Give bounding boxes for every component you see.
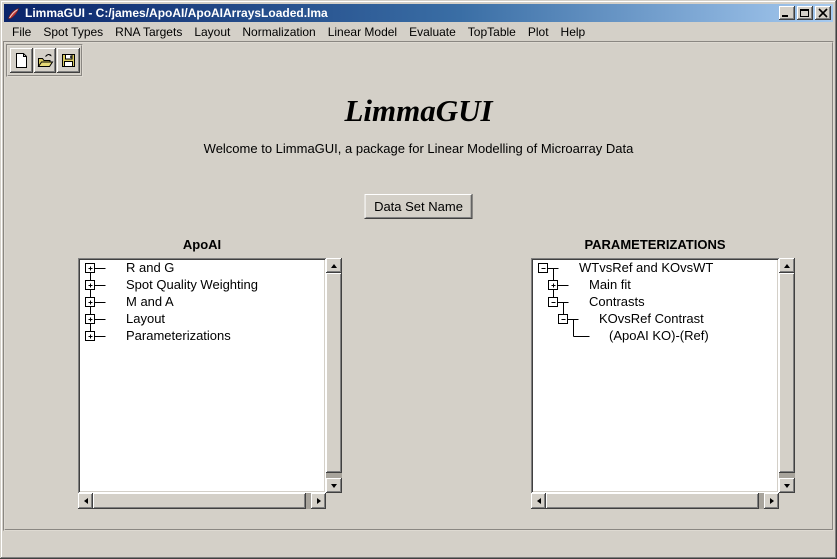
menu-item-spot-types[interactable]: Spot Types: [37, 24, 109, 40]
left-vertical-scrollbar[interactable]: [326, 258, 342, 493]
tree-item-label[interactable]: M and A: [126, 294, 174, 309]
up-arrow-icon: [331, 264, 337, 268]
tree-item-label[interactable]: Contrasts: [589, 294, 645, 309]
data-set-name-button[interactable]: Data Set Name: [364, 194, 473, 219]
tree-item-label[interactable]: R and G: [126, 260, 174, 275]
scroll-down-button[interactable]: [779, 478, 795, 493]
left-horizontal-scrollbar[interactable]: [78, 493, 326, 509]
scroll-right-button[interactable]: [311, 493, 326, 509]
app-window: LimmaGUI - C:/james/ApoAI/ApoAIArraysLoa…: [0, 0, 837, 559]
tree-item-label[interactable]: Main fit: [589, 277, 631, 292]
window-title: LimmaGUI - C:/james/ApoAI/ApoAIArraysLoa…: [25, 6, 328, 20]
menu-item-layout[interactable]: Layout: [188, 24, 236, 40]
welcome-text: Welcome to LimmaGUI, a package for Linea…: [5, 141, 832, 156]
horizontal-scroll-thumb[interactable]: [93, 493, 306, 509]
menu-item-toptable[interactable]: TopTable: [462, 24, 522, 40]
minimize-button[interactable]: [779, 6, 795, 20]
scroll-left-button[interactable]: [531, 493, 546, 509]
scroll-right-button[interactable]: [764, 493, 779, 509]
save-icon: [60, 52, 77, 69]
menu-item-rna-targets[interactable]: RNA Targets: [109, 24, 188, 40]
right-tree-listbox[interactable]: WTvsRef and KOvsWT Main fit Contrasts KOvsR…: [531, 258, 779, 493]
menu-item-evaluate[interactable]: Evaluate: [403, 24, 462, 40]
menu-bar: FileSpot TypesRNA TargetsLayoutNormaliza…: [3, 23, 834, 41]
right-panel-header: PARAMETERIZATIONS: [531, 237, 779, 252]
menu-item-help[interactable]: Help: [555, 24, 592, 40]
vertical-scroll-thumb[interactable]: [326, 273, 342, 473]
right-arrow-icon: [770, 498, 774, 504]
tree-item-label[interactable]: (ApoAI KO)-(Ref): [609, 328, 709, 343]
title-bar[interactable]: LimmaGUI - C:/james/ApoAI/ApoAIArraysLoa…: [4, 4, 833, 22]
new-file-icon: [13, 52, 30, 69]
open-file-button[interactable]: [34, 48, 57, 73]
left-arrow-icon: [537, 498, 541, 504]
down-arrow-icon: [331, 484, 337, 488]
left-panel-header: ApoAI: [78, 237, 326, 252]
left-arrow-icon: [84, 498, 88, 504]
save-file-button[interactable]: [57, 48, 80, 73]
left-tree-listbox[interactable]: R and G Spot Quality Weighting M and A Layo…: [78, 258, 326, 493]
vertical-scroll-thumb[interactable]: [779, 273, 795, 473]
up-arrow-icon: [784, 264, 790, 268]
scroll-up-button[interactable]: [326, 258, 342, 273]
toolbar: [6, 44, 83, 77]
down-arrow-icon: [784, 484, 790, 488]
app-feather-icon: [7, 7, 20, 20]
page-title: LimmaGUI: [5, 93, 832, 129]
right-horizontal-scrollbar[interactable]: [531, 493, 779, 509]
menu-item-plot[interactable]: Plot: [522, 24, 555, 40]
tree-item-label[interactable]: Layout: [126, 311, 165, 326]
close-button[interactable]: [815, 6, 831, 20]
tree-item-label[interactable]: KOvsRef Contrast: [599, 311, 704, 326]
scroll-up-button[interactable]: [779, 258, 795, 273]
new-file-button[interactable]: [10, 48, 33, 73]
tree-item-label[interactable]: Parameterizations: [126, 328, 231, 343]
menu-item-file[interactable]: File: [6, 24, 37, 40]
scroll-left-button[interactable]: [78, 493, 93, 509]
open-folder-icon: [37, 52, 54, 69]
horizontal-scroll-thumb[interactable]: [546, 493, 759, 509]
right-vertical-scrollbar[interactable]: [779, 258, 795, 493]
scroll-down-button[interactable]: [326, 478, 342, 493]
main-frame: LimmaGUI Welcome to LimmaGUI, a package …: [3, 41, 834, 531]
right-arrow-icon: [317, 498, 321, 504]
tree-item-label[interactable]: Spot Quality Weighting: [126, 277, 258, 292]
bottom-strip: [3, 531, 834, 556]
menu-item-linear-model[interactable]: Linear Model: [322, 24, 403, 40]
maximize-button[interactable]: [797, 6, 813, 20]
tree-item-label[interactable]: WTvsRef and KOvsWT: [579, 260, 713, 275]
menu-item-normalization[interactable]: Normalization: [236, 24, 321, 40]
